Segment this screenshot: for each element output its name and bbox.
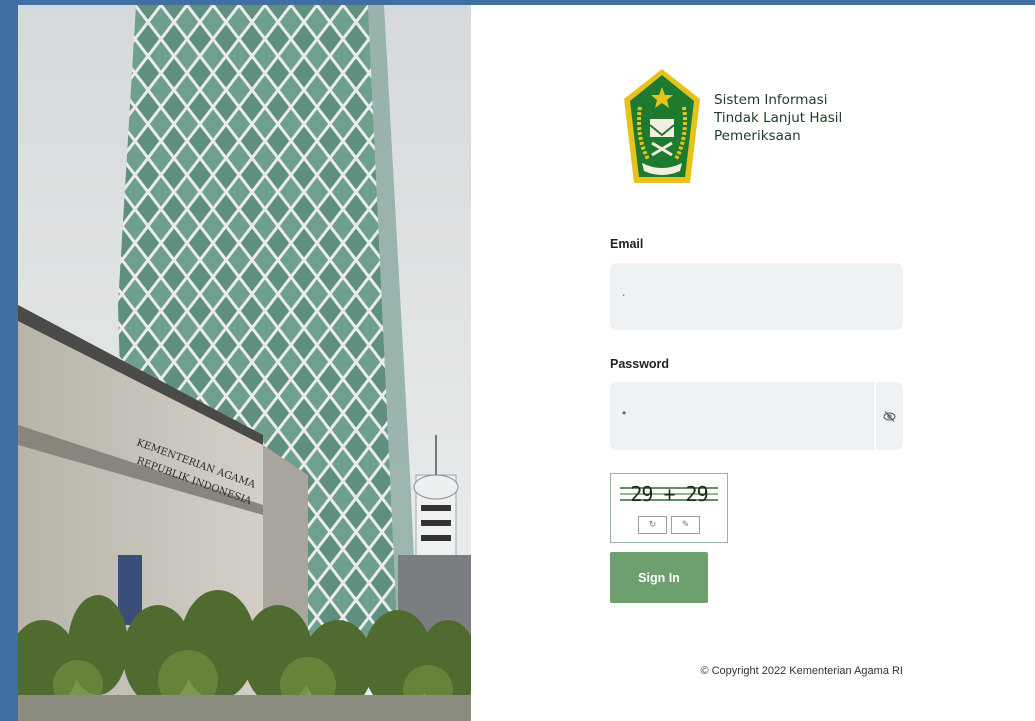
- app-title-line-3: Pemeriksaan: [714, 128, 801, 144]
- building-illustration: KEMENTERIAN AGAMA REPUBLIK INDONESIA: [18, 5, 471, 721]
- copyright-text: © Copyright 2022 Kementerian Agama RI: [700, 665, 903, 677]
- email-field[interactable]: .: [610, 263, 903, 330]
- page-frame: KEMENTERIAN AGAMA REPUBLIK INDONESIA Sis…: [18, 5, 1035, 721]
- password-field[interactable]: •: [610, 382, 874, 450]
- captcha-edit-button[interactable]: ✎: [671, 516, 700, 534]
- sign-in-button[interactable]: Sign In: [610, 552, 708, 603]
- app-title: Sistem Informasi Tindak Lanjut Hasil Pem…: [714, 91, 884, 145]
- eye-slash-icon: [883, 411, 896, 422]
- toggle-password-button[interactable]: [876, 382, 903, 450]
- kemenag-logo-icon: [624, 69, 700, 183]
- pencil-icon: ✎: [681, 520, 690, 530]
- password-label: Password: [610, 357, 670, 371]
- app-title-line-1: Sistem Informasi: [714, 92, 828, 108]
- password-value: •: [622, 406, 627, 420]
- captcha-box: 29 + 29 ↻ ✎: [610, 473, 728, 543]
- brand-header: Sistem Informasi Tindak Lanjut Hasil Pem…: [622, 67, 882, 187]
- captcha-text: 29 + 29: [630, 482, 708, 506]
- captcha-image: 29 + 29: [620, 480, 718, 508]
- app-title-line-2: Tindak Lanjut Hasil: [714, 110, 843, 126]
- captcha-refresh-button[interactable]: ↻: [638, 516, 667, 534]
- email-label: Email: [610, 237, 644, 251]
- refresh-icon: ↻: [648, 520, 657, 530]
- building-photo: KEMENTERIAN AGAMA REPUBLIK INDONESIA: [18, 5, 471, 721]
- email-value: .: [622, 285, 626, 299]
